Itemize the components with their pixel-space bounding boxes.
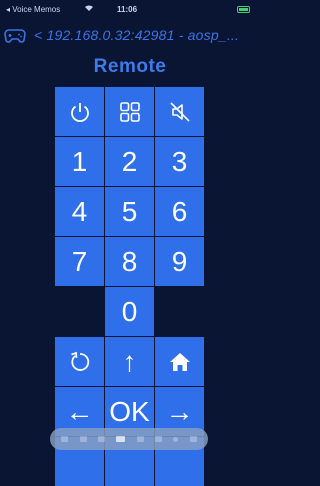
digit-9-button[interactable]: 9 [155,237,204,286]
status-bar: ◂ Voice Memos 11:06 [0,0,260,20]
up-button[interactable]: ↑ [105,337,154,386]
dock-item[interactable] [136,436,144,442]
digit-1-button[interactable]: 1 [55,137,104,186]
dock-item[interactable] [189,436,197,442]
gamepad-icon[interactable] [4,24,26,46]
page-title: Remote [93,56,167,77]
dock-item[interactable] [61,436,69,442]
dock-item[interactable] [154,436,162,442]
dock-item[interactable] [97,436,105,442]
digit-3-button[interactable]: 3 [155,137,204,186]
apps-button[interactable] [105,87,154,136]
digit-4-button[interactable]: 4 [55,187,104,236]
home-icon [168,350,192,374]
mute-button[interactable] [155,87,204,136]
back-icon [68,350,92,374]
back-button[interactable] [55,337,104,386]
apps-grid-icon [118,100,142,124]
digit-8-button[interactable]: 8 [105,237,154,286]
dock-item-active[interactable] [116,436,126,442]
power-icon [68,100,92,124]
digit-6-button[interactable]: 6 [155,187,204,236]
connection-label[interactable]: < 192.168.0.32:42981 - aosp_... [34,27,239,43]
battery-icon [237,6,250,13]
home-button[interactable] [155,337,204,386]
digit-2-button[interactable]: 2 [105,137,154,186]
dock-item[interactable] [79,436,87,442]
power-button[interactable] [55,87,104,136]
status-carrier: ◂ Voice Memos [6,5,61,14]
dock-item[interactable] [173,436,179,442]
mute-icon [168,100,192,124]
status-time: 11:06 [117,5,138,14]
digit-5-button[interactable]: 5 [105,187,154,236]
digit-7-button[interactable]: 7 [55,237,104,286]
app-dock[interactable] [50,428,208,450]
digit-0-button[interactable]: 0 [105,287,154,336]
wifi-icon [84,4,94,14]
header: < 192.168.0.32:42981 - aosp_... [0,24,260,46]
